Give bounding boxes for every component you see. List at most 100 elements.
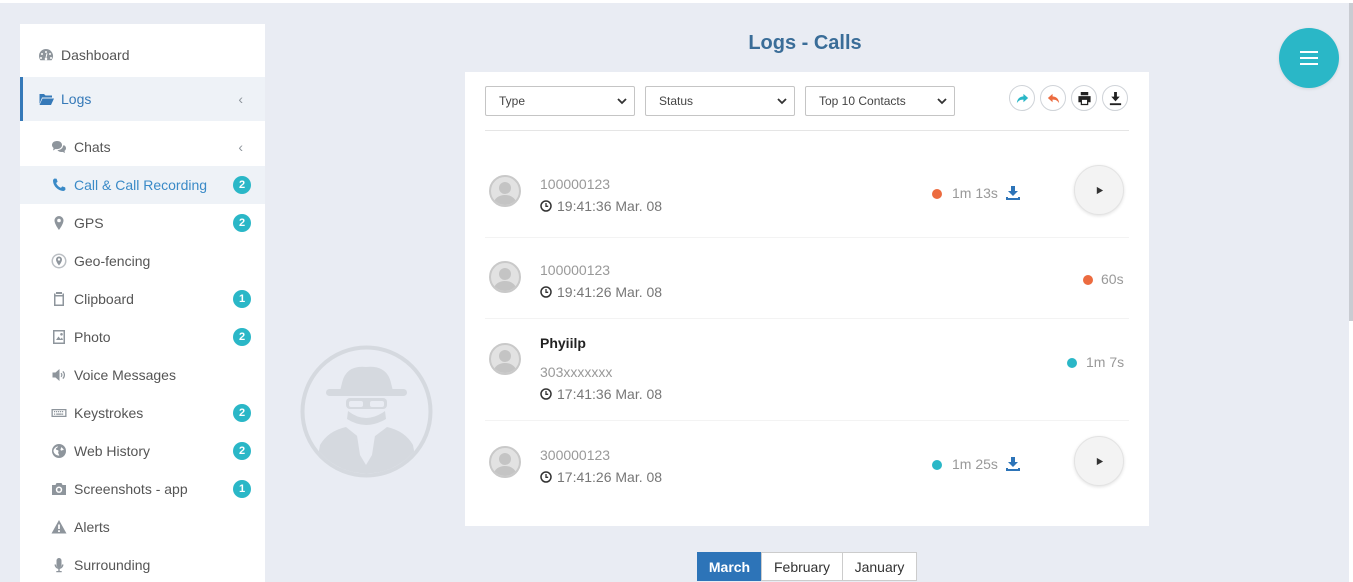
sidebar-item-label: Surrounding: [74, 557, 151, 573]
call-log-row[interactable]: 300000123 17:41:26 Mar. 08 1m 25s: [465, 433, 1149, 508]
month-tab-february[interactable]: February: [761, 552, 843, 581]
phone-icon: [50, 176, 68, 194]
sidebar-item-call-recording[interactable]: Call & Call Recording 2: [20, 166, 265, 204]
scrollbar-thumb[interactable]: [1349, 3, 1353, 321]
call-time-text: 17:41:36 Mar. 08: [557, 386, 663, 402]
sidebar-item-label: Keystrokes: [74, 405, 144, 421]
sidebar-item-geo-fencing[interactable]: Geo-fencing: [20, 242, 265, 280]
sidebar-item-voice-messages[interactable]: Voice Messages: [20, 356, 265, 394]
count-badge: 1: [233, 290, 251, 308]
warning-icon: [50, 518, 68, 536]
geofence-icon: [50, 252, 68, 270]
contact-number: 300000123: [540, 447, 611, 463]
call-time: 19:41:36 Mar. 08: [540, 198, 662, 214]
row-divider: [485, 237, 1129, 238]
call-time: 17:41:36 Mar. 08: [540, 386, 662, 402]
call-logs-panel: Type Status Top 10 Contacts 100000123 19…: [465, 72, 1149, 526]
sidebar-item-alerts[interactable]: Alerts: [20, 508, 265, 546]
chevron-left-icon: ‹: [238, 139, 243, 155]
globe-icon: [50, 442, 68, 460]
sidebar-item-label: Call & Call Recording: [74, 177, 208, 193]
call-time-text: 19:41:26 Mar. 08: [557, 284, 663, 300]
count-badge: 2: [233, 176, 251, 194]
scrollbar-track[interactable]: [1349, 0, 1353, 582]
photo-icon: [50, 328, 68, 346]
export-button[interactable]: [1102, 85, 1128, 111]
status-dot: [1067, 358, 1077, 368]
export-icon: [1109, 91, 1121, 105]
download-icon[interactable]: [1006, 457, 1020, 471]
clock-icon: [540, 200, 552, 212]
call-time-text: 17:41:26 Mar. 08: [557, 469, 663, 485]
call-log-row[interactable]: 100000123 19:41:26 Mar. 08 60s: [465, 248, 1149, 318]
forward-button[interactable]: [1009, 85, 1035, 111]
clock-icon: [540, 286, 552, 298]
sidebar-item-logs[interactable]: Logs ‹: [20, 77, 265, 121]
row-divider: [485, 318, 1129, 319]
sidebar-item-keystrokes[interactable]: Keystrokes 2: [20, 394, 265, 432]
count-badge: 2: [233, 442, 251, 460]
chat-bubbles-icon: [50, 138, 68, 156]
clock-icon: [540, 388, 552, 400]
dashboard-icon: [37, 46, 55, 64]
call-log-row[interactable]: Phyiilp 303xxxxxxx 17:41:36 Mar. 08 1m 7…: [465, 330, 1149, 420]
call-time: 17:41:26 Mar. 08: [540, 469, 662, 485]
play-recording-button[interactable]: [1074, 165, 1124, 215]
sidebar-item-label: Logs: [61, 91, 92, 107]
call-log-row[interactable]: 100000123 19:41:36 Mar. 08 1m 13s: [465, 162, 1149, 237]
sidebar-item-chats[interactable]: Chats ‹: [20, 128, 265, 166]
contacts-filter-select[interactable]: Top 10 Contacts: [805, 86, 955, 116]
sidebar-item-label: Geo-fencing: [74, 253, 151, 269]
play-recording-button[interactable]: [1074, 436, 1124, 486]
download-icon[interactable]: [1006, 186, 1020, 200]
folder-open-icon: [37, 90, 55, 108]
sidebar-item-surrounding[interactable]: Surrounding: [20, 546, 265, 582]
sidebar-item-web-history[interactable]: Web History 2: [20, 432, 265, 470]
status-dot: [932, 460, 942, 470]
select-value: Type: [499, 94, 526, 108]
sidebar-item-screenshots-app[interactable]: Screenshots - app 1: [20, 470, 265, 508]
select-value: Status: [659, 94, 694, 108]
count-badge: 2: [233, 404, 251, 422]
contact-avatar: [489, 261, 521, 293]
contact-avatar: [489, 343, 521, 375]
chevron-down-icon: [777, 98, 787, 105]
select-value: Top 10 Contacts: [819, 94, 906, 108]
contact-avatar: [489, 175, 521, 207]
sidebar-item-gps[interactable]: GPS 2: [20, 204, 265, 242]
call-duration: 1m 25s: [952, 456, 998, 472]
forward-icon: [1016, 93, 1028, 103]
contact-number: 303xxxxxxx: [540, 364, 613, 380]
reply-button[interactable]: [1040, 85, 1066, 111]
menu-button[interactable]: [1279, 28, 1339, 88]
sidebar-item-clipboard[interactable]: Clipboard 1: [20, 280, 265, 318]
status-filter-select[interactable]: Status: [645, 86, 795, 116]
sidebar-item-dashboard[interactable]: Dashboard: [20, 36, 265, 74]
month-tab-january[interactable]: January: [842, 552, 917, 581]
keyboard-icon: [50, 404, 68, 422]
hamburger-icon: [1300, 51, 1318, 65]
sidebar-item-label: Alerts: [74, 519, 110, 535]
count-badge: 2: [233, 328, 251, 346]
call-duration: 60s: [1101, 271, 1124, 287]
camera-icon: [50, 480, 68, 498]
play-icon: [1096, 457, 1103, 465]
toolbar-divider: [485, 130, 1129, 131]
print-button[interactable]: [1071, 85, 1097, 111]
top-border: [0, 0, 1353, 3]
call-time-text: 19:41:36 Mar. 08: [557, 198, 663, 214]
type-filter-select[interactable]: Type: [485, 86, 635, 116]
contact-avatar: [489, 446, 521, 478]
sidebar-item-photo[interactable]: Photo 2: [20, 318, 265, 356]
map-marker-icon: [50, 214, 68, 232]
sidebar: Dashboard Logs ‹ Chats ‹ Call & Call Rec…: [20, 24, 265, 582]
page-title: Logs - Calls: [748, 32, 862, 54]
sidebar-item-label: Photo: [74, 329, 111, 345]
contact-number: 100000123: [540, 176, 611, 192]
sidebar-item-label: Voice Messages: [74, 367, 176, 383]
status-dot: [932, 189, 942, 199]
month-selector: March February January: [697, 552, 917, 581]
month-tab-march[interactable]: March: [697, 552, 762, 581]
sidebar-item-label: GPS: [74, 215, 104, 231]
row-divider: [485, 420, 1129, 421]
